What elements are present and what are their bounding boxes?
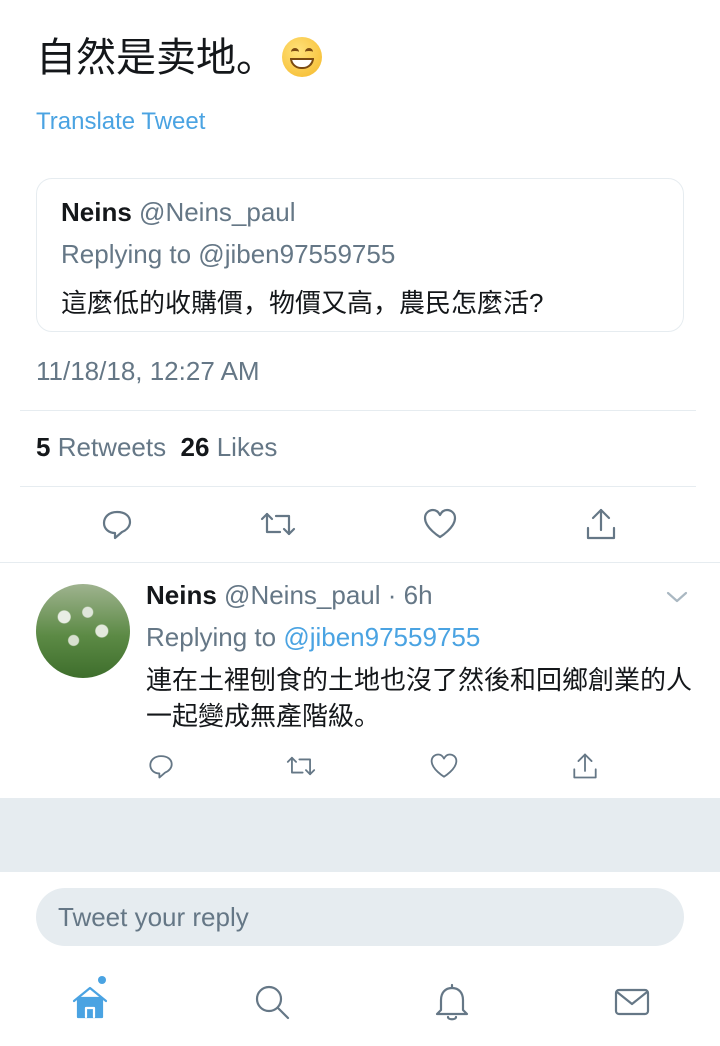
quoted-tweet-replying-to: Replying to @jiben97559755 bbox=[61, 239, 396, 269]
likes-label: Likes bbox=[216, 432, 278, 462]
reply-button[interactable] bbox=[100, 504, 134, 544]
reply-tweet[interactable]: Neins @Neins_paul · 6h Replying to @jibe… bbox=[0, 564, 720, 798]
quoted-tweet-name: Neins bbox=[61, 197, 132, 227]
retweet-button[interactable] bbox=[258, 504, 298, 544]
tab-search[interactable] bbox=[252, 982, 292, 1022]
reply-text: 連在土裡刨食的土地也沒了然後和回鄉創業的人一起變成無產階級。 bbox=[146, 665, 693, 731]
like-button[interactable] bbox=[422, 504, 458, 544]
reply-compose-input[interactable]: Tweet your reply bbox=[36, 888, 684, 946]
reply-button[interactable] bbox=[146, 750, 176, 782]
grinning-face-icon bbox=[282, 37, 322, 77]
tweet-text: 自然是卖地。 bbox=[36, 30, 322, 86]
compose-area: Tweet your reply bbox=[0, 872, 720, 1046]
notifications-icon bbox=[435, 983, 469, 1021]
section-spacer bbox=[0, 798, 720, 872]
like-button[interactable] bbox=[428, 750, 460, 782]
home-icon bbox=[72, 986, 108, 1019]
reply-replying-to: Replying to @jiben97559755 bbox=[146, 622, 480, 653]
reply-author-name: Neins bbox=[146, 580, 217, 610]
heart-icon bbox=[423, 508, 457, 539]
divider bbox=[20, 410, 696, 411]
tweet-stats: 5 Retweets 26 Likes bbox=[36, 432, 277, 463]
share-icon bbox=[586, 508, 616, 540]
retweet-icon bbox=[286, 756, 316, 776]
search-icon bbox=[255, 985, 290, 1020]
share-button[interactable] bbox=[570, 750, 600, 782]
translate-tweet-link[interactable]: Translate Tweet bbox=[36, 108, 205, 136]
avatar[interactable] bbox=[36, 584, 130, 678]
retweet-button[interactable] bbox=[284, 750, 318, 782]
reply-author-handle-time: @Neins_paul · 6h bbox=[224, 580, 433, 610]
retweets-label: Retweets bbox=[57, 432, 167, 462]
reply-icon bbox=[149, 755, 173, 779]
quoted-tweet-handle: @Neins_paul bbox=[139, 197, 296, 227]
tweet-text-content: 自然是卖地。 bbox=[36, 36, 276, 80]
divider bbox=[0, 562, 720, 563]
tab-notifications[interactable] bbox=[432, 982, 472, 1022]
likes-stat[interactable]: 26 Likes bbox=[181, 432, 278, 462]
replying-to-prefix: Replying to bbox=[146, 622, 284, 652]
reply-author: Neins @Neins_paul · 6h bbox=[146, 580, 433, 611]
retweets-stat[interactable]: 5 Retweets bbox=[36, 432, 166, 462]
retweet-icon bbox=[260, 512, 296, 536]
quoted-tweet-text: 這麼低的收購價，物價又高，農民怎麼活? bbox=[61, 288, 544, 318]
reply-icon bbox=[102, 510, 132, 540]
heart-icon bbox=[430, 753, 458, 778]
tab-home[interactable] bbox=[70, 982, 110, 1022]
tweet-timestamp: 11/18/18, 12:27 AM bbox=[36, 356, 260, 386]
tab-messages[interactable] bbox=[612, 982, 652, 1022]
share-icon bbox=[573, 753, 597, 779]
chevron-down-icon[interactable] bbox=[666, 590, 688, 609]
quoted-tweet-author: Neins @Neins_paul bbox=[61, 197, 296, 228]
divider bbox=[20, 486, 696, 487]
notification-dot bbox=[98, 976, 106, 984]
messages-icon bbox=[614, 988, 650, 1016]
likes-count: 26 bbox=[180, 432, 210, 462]
retweets-count: 5 bbox=[36, 432, 51, 462]
share-button[interactable] bbox=[584, 504, 618, 544]
quoted-tweet[interactable]: Neins @Neins_paul Replying to @jiben9755… bbox=[36, 178, 684, 332]
replying-to-handle-link[interactable]: @jiben97559755 bbox=[283, 622, 480, 652]
